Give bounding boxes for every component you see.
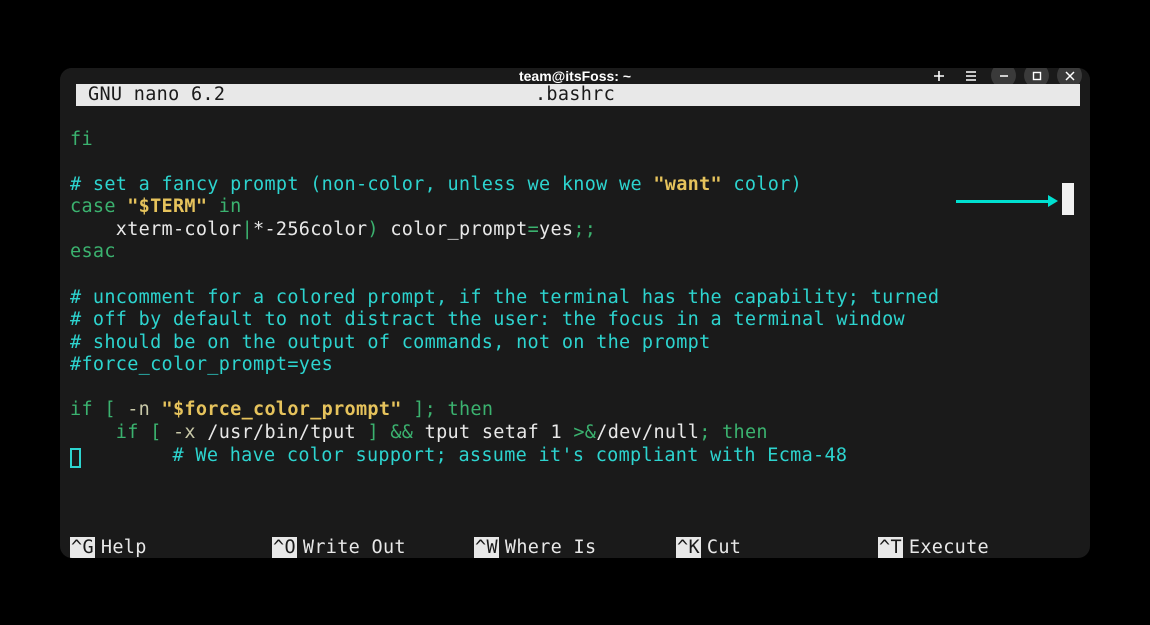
- shortcut-whereis[interactable]: ^WWhere Is: [474, 537, 676, 558]
- highlight-cursor: [1062, 183, 1074, 215]
- code-op: |: [242, 219, 253, 240]
- code-text: [: [93, 399, 127, 420]
- code-comment: # We have color support; assume it's com…: [81, 445, 847, 466]
- shortcut-writeout[interactable]: ^OWrite Out: [272, 537, 474, 558]
- code-op: ): [367, 219, 378, 240]
- code-text: tput setaf 1: [425, 422, 574, 443]
- code-text: [: [139, 422, 173, 443]
- window-title: team@itsFoss: ~: [519, 68, 631, 84]
- code-keyword: case: [70, 196, 116, 217]
- code-comment: #force_color_prompt=yes: [70, 354, 333, 375]
- code-comment: # set a fancy prompt (non-color, unless …: [70, 174, 653, 195]
- annotation-arrow: [956, 195, 1058, 207]
- code-op: ;;: [573, 219, 596, 240]
- nano-shortcuts: ^GHelp ^XExit ^OWrite Out ^RRead File ^W…: [70, 537, 1080, 558]
- nano-filename: .bashrc: [535, 84, 615, 107]
- editor-content[interactable]: fi # set a fancy prompt (non-color, unle…: [70, 106, 1080, 535]
- code-op: &&: [379, 422, 425, 443]
- code-flag: -x: [173, 422, 196, 443]
- code-comment: color): [722, 174, 802, 195]
- code-op: =: [528, 219, 539, 240]
- code-text: xterm-color: [70, 219, 242, 240]
- code-keyword: then: [711, 422, 768, 443]
- code-text: *-256color: [253, 219, 367, 240]
- window-titlebar: team@itsFoss: ~: [60, 68, 1090, 84]
- code-text: /usr/bin/tput: [196, 422, 368, 443]
- code-flag: -n: [127, 399, 150, 420]
- code-op: ;: [699, 422, 710, 443]
- terminal-window: team@itsFoss: ~ GNU nano 6.2 .bashrc: [60, 68, 1090, 558]
- shortcut-cut[interactable]: ^KCut: [676, 537, 878, 558]
- code-text: yes: [539, 219, 573, 240]
- code-string: "$force_color_prompt": [150, 399, 413, 420]
- code-op: ;: [425, 399, 436, 420]
- code-keyword: then: [436, 399, 493, 420]
- code-text: ]: [413, 399, 424, 420]
- code-keyword: fi: [70, 129, 93, 150]
- text-cursor: [70, 448, 81, 468]
- shortcut-help[interactable]: ^GHelp: [70, 537, 272, 558]
- code-keyword: in: [219, 196, 242, 217]
- shortcut-execute[interactable]: ^TExecute: [878, 537, 1080, 558]
- nano-header: GNU nano 6.2 .bashrc: [76, 84, 1080, 107]
- code-keyword: if: [70, 422, 139, 443]
- terminal-body[interactable]: GNU nano 6.2 .bashrc fi # set a fancy pr…: [60, 84, 1090, 558]
- code-text: ]: [367, 422, 378, 443]
- nano-app-label: GNU nano 6.2: [76, 84, 225, 107]
- code-keyword: esac: [70, 241, 116, 262]
- code-text: color_prompt: [379, 219, 528, 240]
- code-keyword: if: [70, 399, 93, 420]
- code-text: /dev/null: [596, 422, 699, 443]
- code-string: "$TERM": [116, 196, 219, 217]
- code-op: >&: [573, 422, 596, 443]
- code-comment: # off by default to not distract the use…: [70, 309, 905, 330]
- code-comment: # should be on the output of commands, n…: [70, 332, 711, 353]
- code-string: "want": [653, 174, 722, 195]
- code-comment: # uncomment for a colored prompt, if the…: [70, 287, 939, 308]
